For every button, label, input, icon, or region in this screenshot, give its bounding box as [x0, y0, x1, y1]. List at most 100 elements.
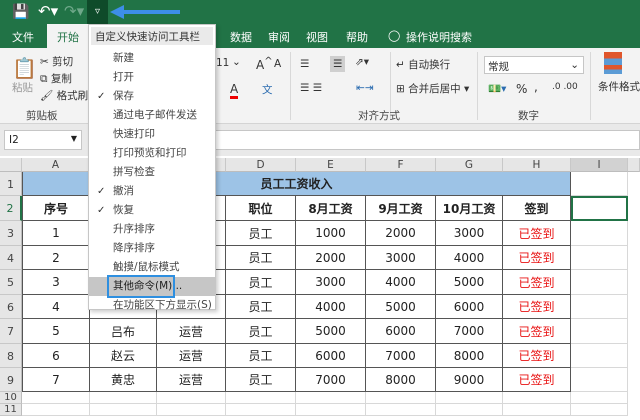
- data-cell[interactable]: 员工: [226, 295, 296, 319]
- data-cell[interactable]: 5000: [366, 295, 436, 319]
- data-cell[interactable]: 员工: [226, 344, 296, 368]
- menu-item[interactable]: 快速打印: [89, 125, 215, 144]
- empty-cell[interactable]: [571, 196, 628, 221]
- empty-cell[interactable]: [22, 392, 90, 404]
- select-all-corner[interactable]: [0, 158, 22, 172]
- data-cell[interactable]: 8000: [436, 344, 503, 368]
- menu-item[interactable]: 打印预览和打印: [89, 144, 215, 163]
- column-header[interactable]: I: [571, 158, 628, 172]
- status-cell[interactable]: 已签到: [503, 246, 571, 270]
- empty-cell[interactable]: [226, 404, 296, 416]
- menu-item[interactable]: 通过电子邮件发送: [89, 106, 215, 125]
- empty-cell[interactable]: [226, 392, 296, 404]
- percent-button[interactable]: %: [516, 82, 527, 96]
- row-header[interactable]: 7: [0, 319, 22, 344]
- save-icon[interactable]: 💾: [12, 4, 29, 20]
- menu-item[interactable]: ✓ 恢复: [89, 201, 215, 220]
- data-cell[interactable]: 4000: [436, 246, 503, 270]
- empty-cell[interactable]: [503, 392, 571, 404]
- header-cell[interactable]: 序号: [22, 196, 90, 221]
- align-left-icon[interactable]: ☰ ☰: [300, 82, 322, 94]
- empty-cell[interactable]: [90, 404, 157, 416]
- column-header[interactable]: G: [436, 158, 503, 172]
- row-header[interactable]: 9: [0, 368, 22, 392]
- data-cell[interactable]: 运营: [157, 344, 226, 368]
- paste-icon[interactable]: 📋: [12, 56, 37, 80]
- cut-button[interactable]: ✂ 剪切: [40, 54, 73, 69]
- status-cell[interactable]: 已签到: [503, 319, 571, 344]
- format-painter-button[interactable]: 🖌 格式刷: [40, 88, 88, 103]
- font-size-select[interactable]: 11: [216, 57, 229, 69]
- empty-cell[interactable]: [366, 404, 436, 416]
- empty-cell[interactable]: [571, 295, 628, 319]
- column-header[interactable]: E: [296, 158, 366, 172]
- tab-file[interactable]: 文件: [12, 29, 34, 45]
- data-cell[interactable]: 运营: [157, 319, 226, 344]
- data-cell[interactable]: 黄忠: [90, 368, 157, 392]
- merge-center-button[interactable]: ⊞ 合并后居中 ▾: [396, 81, 469, 96]
- column-header[interactable]: D: [226, 158, 296, 172]
- data-cell[interactable]: 员工: [226, 319, 296, 344]
- data-cell[interactable]: 6: [22, 344, 90, 368]
- data-cell[interactable]: 7000: [366, 344, 436, 368]
- data-cell[interactable]: 1000: [296, 221, 366, 246]
- wrap-text-button[interactable]: ↵ 自动换行: [396, 57, 450, 72]
- tab-home[interactable]: 开始: [47, 24, 89, 48]
- grow-font-icon[interactable]: A^: [256, 56, 273, 72]
- menu-item[interactable]: 降序排序: [89, 239, 215, 258]
- indent-icon[interactable]: ⇤⇥: [356, 82, 374, 94]
- empty-cell[interactable]: [571, 344, 628, 368]
- data-cell[interactable]: 3000: [436, 221, 503, 246]
- align-bottom-icon[interactable]: ☰: [330, 56, 346, 72]
- empty-cell[interactable]: [157, 404, 226, 416]
- phonetic-icon[interactable]: 文: [262, 82, 273, 97]
- number-format-select[interactable]: 常规 ⌄: [484, 56, 584, 74]
- empty-cell[interactable]: [366, 392, 436, 404]
- comma-button[interactable]: ,: [534, 80, 538, 94]
- empty-cell[interactable]: [571, 319, 628, 344]
- data-cell[interactable]: 赵云: [90, 344, 157, 368]
- empty-cell[interactable]: [571, 172, 628, 196]
- data-cell[interactable]: 员工: [226, 221, 296, 246]
- menu-item[interactable]: 新建: [89, 49, 215, 68]
- customize-dropdown-icon[interactable]: ▿: [87, 0, 108, 24]
- data-cell[interactable]: 1: [22, 221, 90, 246]
- accounting-icon[interactable]: 💵▾: [488, 82, 506, 95]
- data-cell[interactable]: 5: [22, 319, 90, 344]
- row-header[interactable]: 3: [0, 221, 22, 246]
- empty-cell[interactable]: [571, 270, 628, 295]
- data-cell[interactable]: 6000: [436, 295, 503, 319]
- tab-help[interactable]: 帮助: [346, 29, 368, 45]
- status-cell[interactable]: 已签到: [503, 295, 571, 319]
- data-cell[interactable]: 6000: [296, 344, 366, 368]
- data-cell[interactable]: 4000: [296, 295, 366, 319]
- menu-item[interactable]: ✓ 保存: [89, 87, 215, 106]
- redo-icon[interactable]: ↷▾: [64, 2, 84, 20]
- empty-cell[interactable]: [90, 392, 157, 404]
- tab-view[interactable]: 视图: [306, 29, 328, 45]
- data-cell[interactable]: 员工: [226, 270, 296, 295]
- data-cell[interactable]: 3000: [296, 270, 366, 295]
- orientation-icon[interactable]: ⇗▾: [355, 56, 369, 68]
- shrink-font-icon[interactable]: A: [274, 58, 281, 70]
- conditional-format-icon[interactable]: [604, 52, 622, 74]
- empty-cell[interactable]: [503, 404, 571, 416]
- menu-item[interactable]: 在功能区下方显示(S): [89, 296, 215, 315]
- chevron-down-icon[interactable]: ⌄: [232, 56, 241, 68]
- menu-item[interactable]: 打开: [89, 68, 215, 87]
- data-cell[interactable]: 3: [22, 270, 90, 295]
- data-cell[interactable]: 员工: [226, 368, 296, 392]
- empty-cell[interactable]: [22, 404, 90, 416]
- data-cell[interactable]: 吕布: [90, 319, 157, 344]
- data-cell[interactable]: 7000: [296, 368, 366, 392]
- row-header[interactable]: 10: [0, 392, 22, 404]
- tell-me-search[interactable]: 操作说明搜索: [406, 29, 472, 45]
- data-cell[interactable]: 2: [22, 246, 90, 270]
- row-header[interactable]: 1: [0, 172, 22, 196]
- status-cell[interactable]: 已签到: [503, 270, 571, 295]
- empty-cell[interactable]: [571, 392, 628, 404]
- data-cell[interactable]: 4000: [366, 270, 436, 295]
- conditional-format-button[interactable]: 条件格式: [598, 79, 640, 94]
- empty-cell[interactable]: [436, 404, 503, 416]
- empty-cell[interactable]: [157, 392, 226, 404]
